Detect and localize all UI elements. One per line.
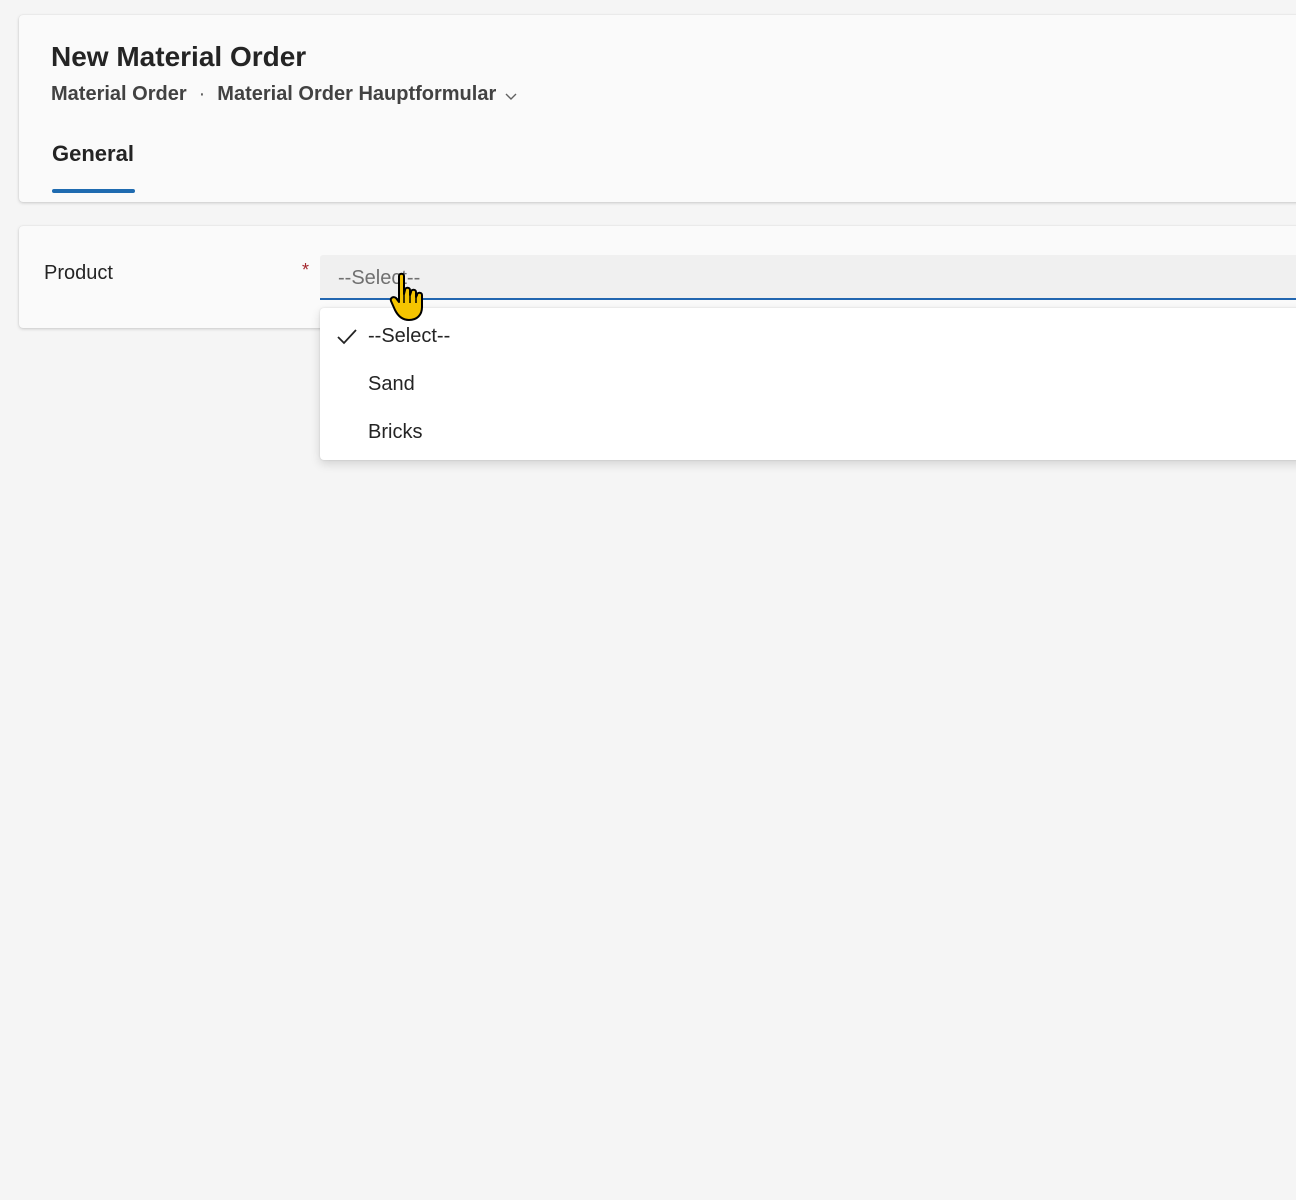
tab-general-underline bbox=[52, 189, 135, 193]
form-header: New Material Order Material Order · Mate… bbox=[19, 15, 1296, 202]
checkmark-icon bbox=[337, 329, 357, 345]
form-switcher-label: Material Order Hauptformular bbox=[217, 83, 497, 105]
breadcrumb: Material Order · Material Order Hauptfor… bbox=[51, 83, 518, 106]
breadcrumb-separator: · bbox=[198, 83, 206, 105]
option-label: --Select-- bbox=[368, 325, 451, 347]
required-marker: * bbox=[302, 260, 310, 280]
option-select[interactable]: --Select-- bbox=[320, 312, 1296, 360]
product-select[interactable]: --Select-- bbox=[320, 255, 1296, 300]
form-switcher-button[interactable]: Material Order Hauptformular bbox=[217, 83, 518, 106]
chevron-down-icon bbox=[505, 93, 517, 100]
option-bricks[interactable]: Bricks bbox=[320, 408, 1296, 456]
product-label: Product bbox=[44, 262, 113, 284]
tab-general[interactable]: General bbox=[52, 141, 134, 167]
option-sand[interactable]: Sand bbox=[320, 360, 1296, 408]
page-title: New Material Order bbox=[51, 41, 307, 72]
option-label: Bricks bbox=[368, 421, 423, 443]
breadcrumb-entity: Material Order bbox=[51, 83, 187, 105]
product-select-value: --Select-- bbox=[338, 267, 421, 289]
option-label: Sand bbox=[368, 373, 415, 395]
product-dropdown-list: --Select-- Sand Bricks bbox=[320, 308, 1296, 460]
